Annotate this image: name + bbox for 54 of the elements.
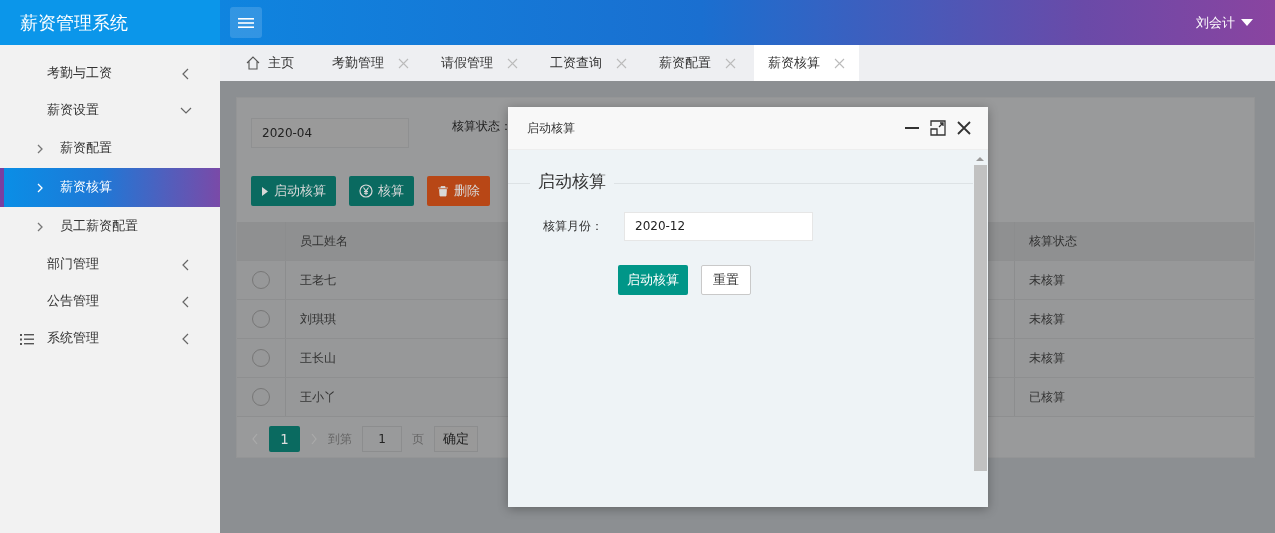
reset-button[interactable]: 重置 (701, 265, 751, 295)
tab[interactable]: 工资查询 (536, 45, 641, 81)
app-title: 薪资管理系统 (0, 0, 220, 45)
form-legend: 启动核算 (530, 170, 614, 193)
page-field[interactable]: 1 (362, 426, 402, 452)
page-button[interactable]: 1 (269, 426, 300, 452)
tab[interactable]: 请假管理 (427, 45, 532, 81)
chevron-right-icon (36, 221, 44, 232)
chevron-right-icon (36, 182, 44, 193)
table-cell: 未核算 (1029, 310, 1065, 328)
delete-button[interactable]: 删除 (427, 176, 490, 206)
chevron-right-icon (36, 143, 44, 154)
sidebar-item[interactable]: 部门管理 (0, 246, 220, 283)
tab[interactable]: 考勤管理 (318, 45, 423, 81)
caret-icon (1241, 19, 1253, 26)
table-cell: 王长山 (300, 349, 336, 367)
month-field[interactable]: 2020-04 (251, 118, 409, 148)
table-cell: 未核算 (1029, 271, 1065, 289)
status-label: 核算状态： (452, 117, 512, 135)
trash-icon (437, 185, 449, 197)
close-icon[interactable] (956, 120, 972, 136)
column-header: 核算状态 (1029, 232, 1077, 250)
menu-icon (238, 16, 254, 29)
maximize-icon[interactable] (930, 120, 946, 136)
table-cell: 王老七 (300, 271, 336, 289)
calc-button[interactable]: 核算 (349, 176, 414, 206)
table-cell: 王小丫 (300, 388, 336, 406)
month-field[interactable]: 2020-12 (624, 212, 813, 241)
sidebar-item[interactable]: 公告管理 (0, 283, 220, 320)
table-cell: 已核算 (1029, 388, 1065, 406)
dialog-title: 启动核算 (527, 119, 575, 137)
home-icon (246, 56, 260, 70)
user-menu[interactable]: 刘会计 (1196, 13, 1253, 32)
tab[interactable]: 薪资核算 (754, 45, 859, 81)
confirm-button[interactable]: 确定 (434, 426, 478, 452)
tab[interactable]: 主页 (232, 45, 314, 81)
field-label: 核算月份： (543, 218, 603, 235)
sidebar-item[interactable]: 系统管理 (0, 320, 220, 357)
sidebar-item[interactable]: 薪资配置 (0, 129, 220, 168)
start-button[interactable]: 启动核算 (618, 265, 688, 295)
start-button[interactable]: 启动核算 (251, 176, 336, 206)
table-cell: 未核算 (1029, 349, 1065, 367)
sidebar-item[interactable]: 薪资设置 (0, 92, 220, 129)
tab[interactable]: 薪资配置 (645, 45, 750, 81)
table-cell: 刘琪琪 (300, 310, 336, 328)
sidebar-item[interactable]: 员工薪资配置 (0, 207, 220, 246)
scroll-up-icon[interactable] (976, 156, 984, 162)
yen-icon (359, 184, 373, 198)
play-icon (261, 185, 269, 197)
sidebar-item[interactable]: 考勤与工资 (0, 55, 220, 92)
menu-button[interactable] (230, 7, 262, 38)
column-header: 员工姓名 (300, 232, 348, 250)
sidebar-item[interactable]: 薪资核算 (0, 168, 220, 207)
list-icon (20, 332, 34, 345)
